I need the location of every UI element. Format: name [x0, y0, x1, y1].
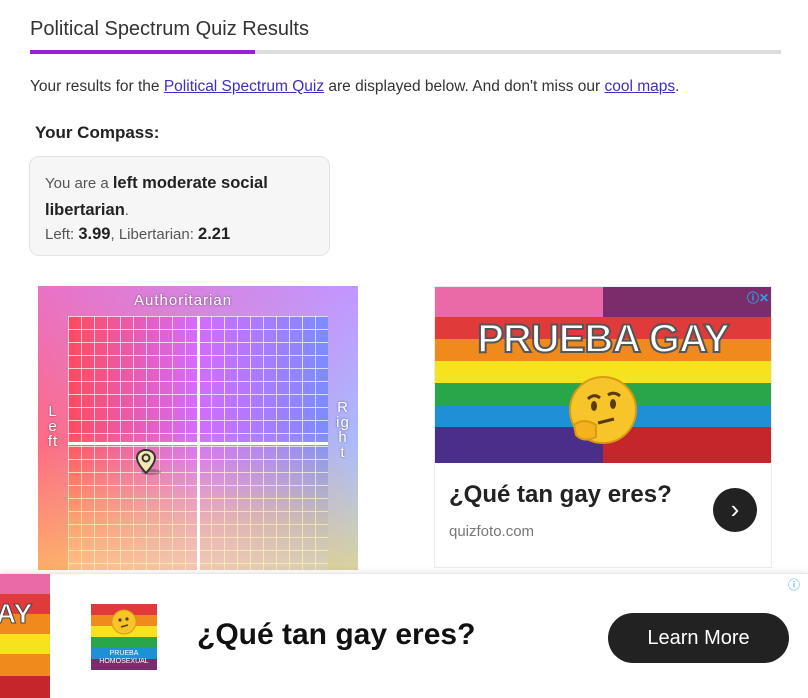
flag-band	[0, 676, 50, 698]
lib-score-label: Libertarian:	[118, 226, 199, 243]
ad-stripe	[435, 287, 771, 317]
thumb-band	[91, 637, 157, 648]
adchoices-icon[interactable]: ⓘ	[788, 576, 800, 593]
left-score-label: Left:	[45, 226, 79, 243]
axis-label-right: Right	[336, 399, 350, 461]
compass-heading: Your Compass:	[35, 123, 160, 142]
compass-horizontal-axis	[68, 442, 328, 445]
intro-prefix: Your results for the	[30, 78, 164, 95]
result-description: You are a left moderate social libertari…	[45, 170, 305, 224]
result-scores: Left: 3.99, Libertarian: 2.21	[45, 225, 230, 244]
title-divider-accent	[30, 50, 255, 54]
ad-domain: quizfoto.com	[449, 523, 535, 540]
axis-label-left: Left	[47, 403, 59, 450]
banner-flag-text: AY	[0, 598, 33, 630]
lib-score-value: 2.21	[198, 225, 231, 243]
thumbnail-label: PRUEBA HOMOSEXUAL	[99, 650, 149, 665]
left-score-value: 3.99	[78, 225, 111, 243]
political-compass-image: Authoritarian Left Right	[38, 286, 358, 570]
result-box: You are a left moderate social libertari…	[29, 156, 330, 256]
result-suffix: .	[124, 202, 129, 219]
thinking-face-icon	[569, 376, 637, 444]
flag-band	[0, 634, 50, 654]
result-prefix: You are a	[45, 175, 113, 192]
banner-thumbnail: PRUEBA HOMOSEXUAL	[91, 604, 157, 670]
banner-title[interactable]: ¿Qué tan gay eres?	[197, 618, 475, 652]
ad-title[interactable]: ¿Qué tan gay eres?	[449, 481, 672, 509]
ad-image-headline: PRUEBA GAY	[476, 316, 731, 362]
title-divider	[30, 50, 781, 54]
flag-band	[0, 574, 50, 594]
adchoices-icon[interactable]: ⓘ✕	[747, 289, 769, 306]
sidebar-ad[interactable]: PRUEBA GAY ⓘ✕ ¿Qué tan gay eres? quizfot…	[434, 286, 772, 568]
page-title: Political Spectrum Quiz Results	[30, 18, 309, 40]
quiz-link[interactable]: Political Spectrum Quiz	[164, 78, 324, 95]
flag-band	[0, 654, 50, 676]
intro-suffix: .	[675, 78, 680, 95]
location-pin-icon	[136, 449, 161, 475]
axis-label-authoritarian: Authoritarian	[134, 292, 233, 309]
chevron-right-icon[interactable]: ›	[713, 488, 757, 532]
intro-text: Your results for the Political Spectrum …	[30, 78, 679, 96]
learn-more-button[interactable]: Learn More	[608, 613, 789, 663]
maps-link[interactable]: cool maps	[604, 78, 675, 95]
bottom-banner-ad[interactable]: AY PRUEBA HOMOSEXUAL ¿Qué tan gay eres? …	[0, 573, 808, 698]
ad-image: PRUEBA GAY ⓘ✕	[435, 287, 771, 463]
thinking-face-icon	[111, 609, 137, 635]
intro-middle: are displayed below. And don't miss our	[324, 78, 605, 95]
score-separator: ,	[110, 226, 119, 243]
banner-flag-image: AY	[0, 574, 50, 698]
